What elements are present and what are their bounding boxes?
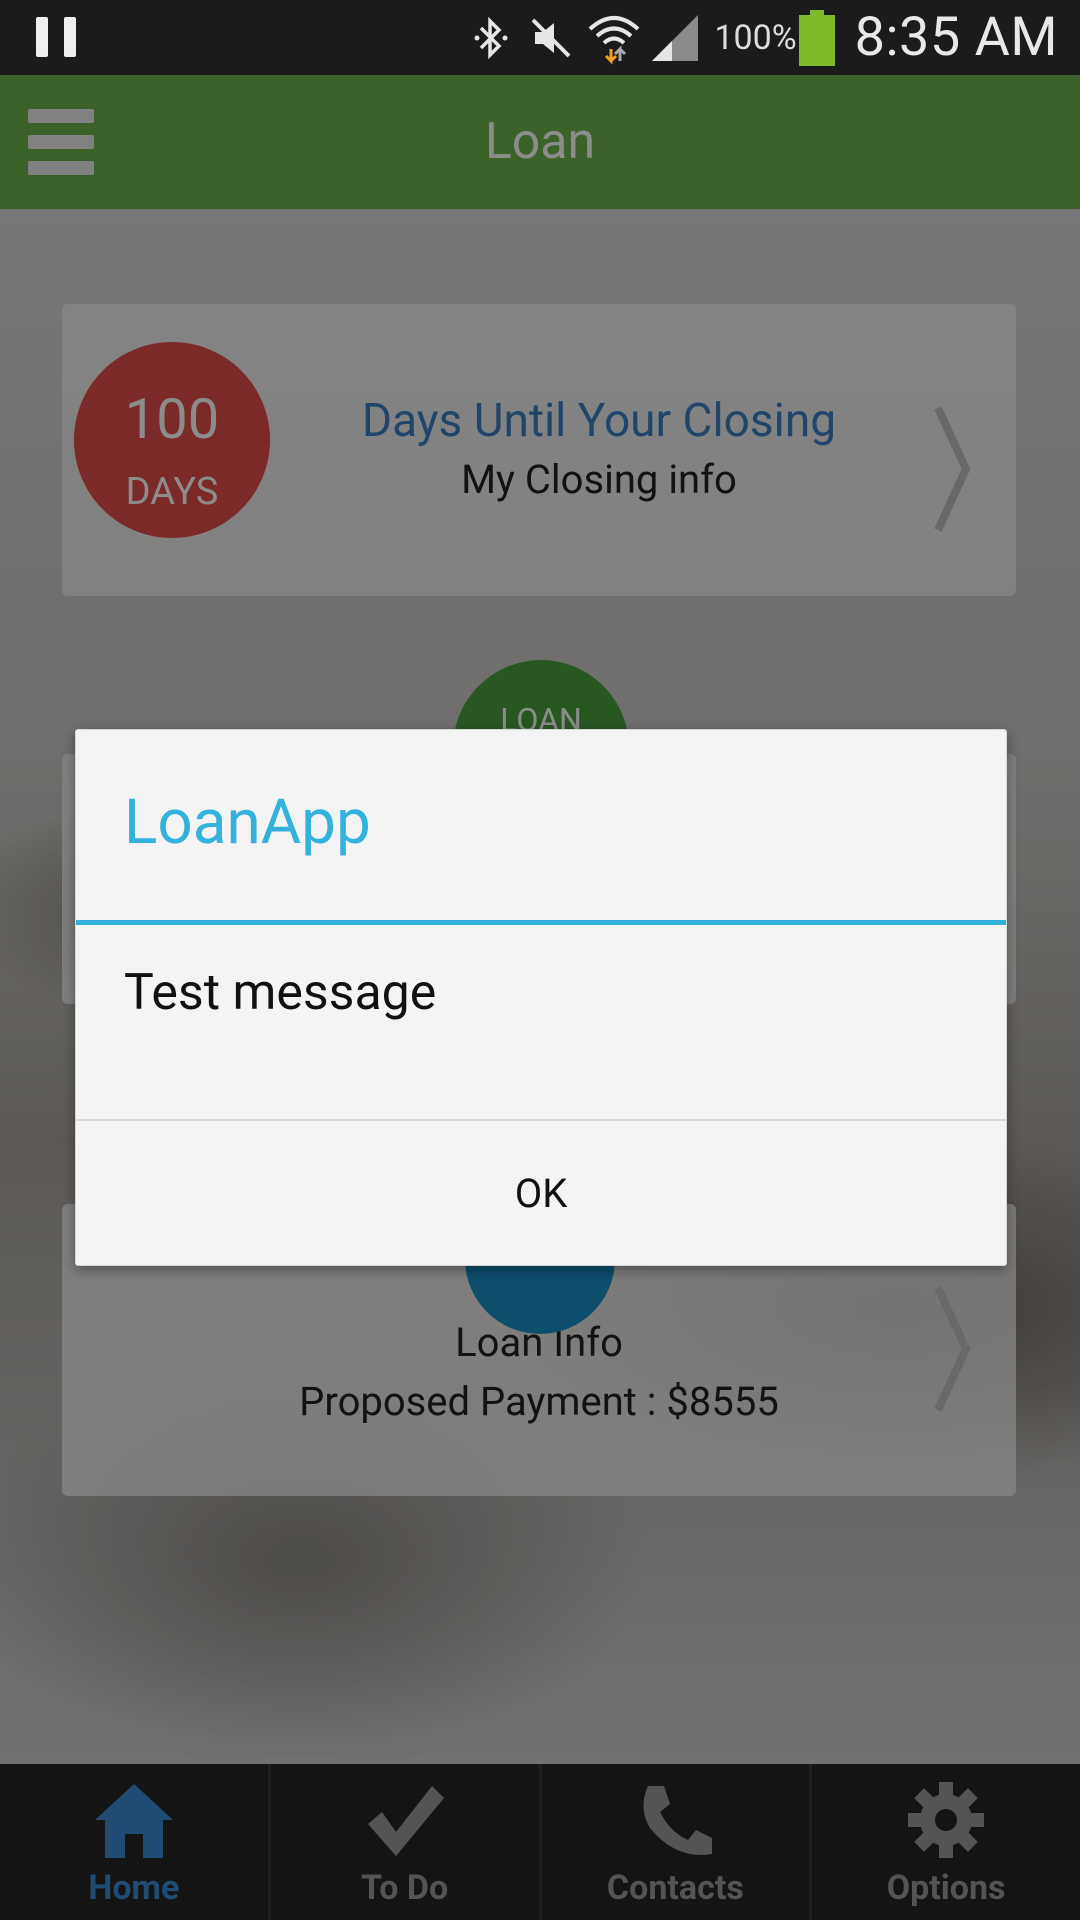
wifi-icon [582, 0, 646, 75]
alert-dialog: LoanApp Test message OK [75, 729, 1007, 1266]
bluetooth-icon [462, 0, 520, 75]
clock: 8:35 AM [854, 6, 1058, 69]
status-icons: 100% 8:35 AM [462, 0, 1080, 75]
dialog-message: Test message [124, 964, 437, 1022]
battery-percent: 100% [714, 17, 797, 58]
battery-icon [797, 0, 837, 75]
ok-button[interactable]: OK [76, 1121, 1006, 1265]
pause-icon [36, 17, 80, 57]
mute-icon [520, 0, 582, 75]
dialog-title: LoanApp [124, 786, 371, 859]
status-bar: 100% 8:35 AM [0, 0, 1080, 75]
dialog-title-divider [76, 920, 1006, 925]
signal-icon [646, 0, 704, 75]
